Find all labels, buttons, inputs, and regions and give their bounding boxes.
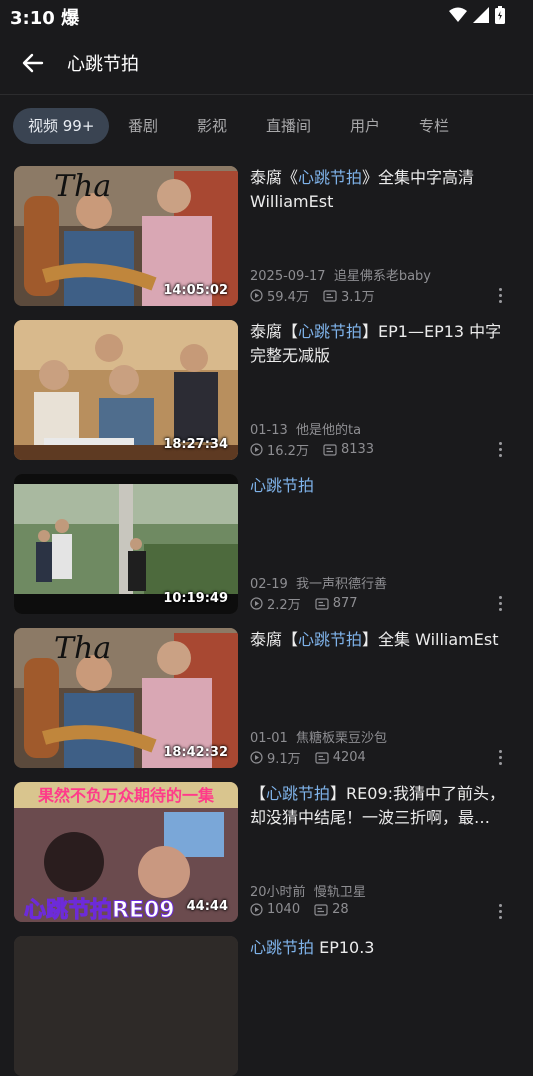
video-title: 泰腐《心跳节拍》全集中字高清 WilliamEst bbox=[250, 168, 475, 211]
view-count: 16.2万 bbox=[267, 444, 309, 459]
tab-live[interactable]: 直播间 bbox=[266, 108, 311, 144]
play-circle-icon bbox=[250, 597, 263, 610]
view-count: 59.4万 bbox=[267, 290, 309, 305]
video-thumbnail[interactable]: Tha 14:05:02 bbox=[14, 166, 238, 306]
thumbnail-caption-bottom: 心跳节拍RE09 bbox=[24, 897, 175, 922]
video-item[interactable]: 果然不负万众期待的一集 心跳节拍RE09 44:44 【心跳节拍】RE09:我猜… bbox=[0, 782, 533, 922]
video-title: 泰腐【心跳节拍】EP1—EP13 中字完整无减版 bbox=[250, 322, 502, 365]
status-icons bbox=[449, 6, 505, 24]
svg-text:Tha: Tha bbox=[54, 631, 111, 666]
video-stats: 59.4万 3.1万 bbox=[250, 286, 375, 305]
more-vertical-icon[interactable] bbox=[494, 594, 508, 612]
tab-film[interactable]: 影视 bbox=[197, 108, 227, 144]
video-title: 心跳节拍 bbox=[250, 476, 315, 495]
more-vertical-icon[interactable] bbox=[494, 286, 508, 304]
video-date-uploader: 2025-09-17 追星佛系老baby bbox=[250, 269, 431, 284]
video-duration: 18:27:34 bbox=[163, 437, 228, 452]
danmaku-count: 8133 bbox=[340, 442, 375, 457]
more-vertical-icon[interactable] bbox=[494, 902, 508, 920]
video-stats: 1040 28 bbox=[250, 902, 349, 917]
signal-icon bbox=[473, 7, 489, 23]
danmaku-count: 3.1万 bbox=[340, 290, 375, 305]
arrow-left-icon bbox=[22, 53, 44, 73]
tab-user[interactable]: 用户 bbox=[350, 108, 380, 144]
tab-bangumi[interactable]: 番剧 bbox=[128, 108, 158, 144]
video-duration: 44:44 bbox=[186, 899, 228, 914]
uploader-name: 他是他的ta bbox=[296, 423, 362, 438]
play-circle-icon bbox=[250, 443, 263, 456]
thumbnail-caption-top: 果然不负万众期待的一集 bbox=[37, 786, 215, 805]
play-circle-icon bbox=[250, 903, 263, 916]
video-date-uploader: 01-13 他是他的ta bbox=[250, 423, 362, 438]
danmaku-icon bbox=[323, 443, 337, 456]
status-time: 3:10 爆 bbox=[10, 8, 80, 29]
video-duration: 14:05:02 bbox=[163, 283, 228, 298]
more-vertical-icon[interactable] bbox=[494, 440, 508, 458]
video-duration: 18:42:32 bbox=[163, 745, 228, 760]
view-count: 1040 bbox=[267, 902, 301, 917]
video-title: 泰腐【心跳节拍】全集 WilliamEst bbox=[250, 630, 499, 649]
danmaku-count: 4204 bbox=[332, 750, 366, 765]
video-item[interactable]: 心跳节拍 EP10.3 bbox=[0, 936, 533, 1076]
uploader-name: 我一声积德行善 bbox=[296, 577, 388, 592]
uploader-name: 追星佛系老baby bbox=[333, 269, 431, 284]
view-count: 2.2万 bbox=[267, 598, 301, 613]
thumbnail-image bbox=[14, 936, 238, 1076]
video-thumbnail[interactable]: Tha 18:42:32 bbox=[14, 628, 238, 768]
video-item[interactable]: Tha 18:42:32 泰腐【心跳节拍】全集 WilliamEst 01-01… bbox=[0, 628, 533, 768]
video-title: 【心跳节拍】RE09:我猜中了前头，却没猜中结尾！一波三折啊，最… bbox=[250, 784, 506, 827]
danmaku-icon bbox=[315, 751, 329, 764]
play-circle-icon bbox=[250, 751, 263, 764]
app-bar: 心跳节拍 bbox=[0, 30, 533, 95]
danmaku-count: 28 bbox=[332, 902, 349, 917]
back-button[interactable] bbox=[18, 48, 48, 78]
video-thumbnail[interactable]: 果然不负万众期待的一集 心跳节拍RE09 44:44 bbox=[14, 782, 238, 922]
view-count: 9.1万 bbox=[267, 752, 301, 767]
status-bar: 3:10 爆 bbox=[0, 0, 533, 30]
video-duration: 10:19:49 bbox=[163, 591, 228, 606]
svg-text:Tha: Tha bbox=[54, 169, 111, 204]
tab-video[interactable]: 视频 99+ bbox=[13, 108, 110, 144]
danmaku-count: 877 bbox=[332, 596, 358, 611]
wifi-icon bbox=[449, 7, 467, 22]
search-type-tabs: 视频 99+ 番剧 影视 直播间 用户 专栏 bbox=[0, 108, 533, 146]
play-circle-icon bbox=[250, 289, 263, 302]
video-item[interactable]: 18:27:34 泰腐【心跳节拍】EP1—EP13 中字完整无减版 01-13 … bbox=[0, 320, 533, 460]
video-date-uploader: 20小时前 慢轨卫星 bbox=[250, 885, 366, 900]
video-thumbnail[interactable]: 18:27:34 bbox=[14, 320, 238, 460]
page-title: 心跳节拍 bbox=[67, 54, 139, 75]
video-item[interactable]: 10:19:49 心跳节拍 02-19 我一声积德行善 2.2万 877 bbox=[0, 474, 533, 614]
battery-icon bbox=[495, 6, 505, 24]
tab-article[interactable]: 专栏 bbox=[419, 108, 449, 144]
video-stats: 9.1万 4204 bbox=[250, 748, 366, 767]
video-thumbnail[interactable] bbox=[14, 936, 238, 1076]
danmaku-icon bbox=[323, 289, 337, 302]
video-stats: 2.2万 877 bbox=[250, 594, 358, 613]
danmaku-icon bbox=[315, 597, 329, 610]
more-vertical-icon[interactable] bbox=[494, 748, 508, 766]
uploader-name: 焦糖板栗豆沙包 bbox=[296, 731, 388, 746]
video-item[interactable]: Tha 14:05:02 泰腐《心跳节拍》全集中字高清 WilliamEst 2… bbox=[0, 166, 533, 306]
video-stats: 16.2万 8133 bbox=[250, 440, 374, 459]
video-title: 心跳节拍 EP10.3 bbox=[250, 938, 375, 957]
video-date-uploader: 01-01 焦糖板栗豆沙包 bbox=[250, 731, 388, 746]
uploader-name: 慢轨卫星 bbox=[313, 885, 366, 900]
video-thumbnail[interactable]: 10:19:49 bbox=[14, 474, 238, 614]
video-date-uploader: 02-19 我一声积德行善 bbox=[250, 577, 388, 592]
danmaku-icon bbox=[314, 903, 328, 916]
